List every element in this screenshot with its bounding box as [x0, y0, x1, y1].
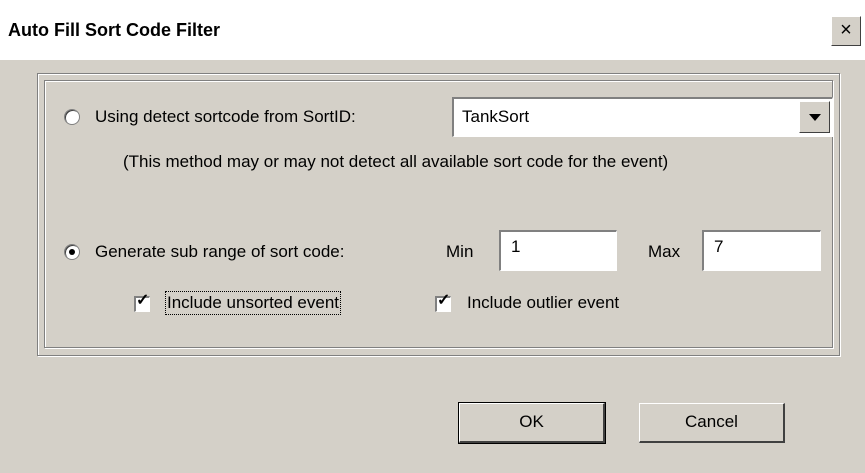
subrange-radio-label[interactable]: Generate sub range of sort code:	[95, 242, 345, 262]
check-icon: ✓	[437, 292, 451, 309]
sortid-radio[interactable]	[64, 109, 80, 125]
min-input-value: 1	[511, 237, 521, 256]
max-label: Max	[648, 242, 681, 261]
check-icon: ✓	[136, 292, 150, 309]
include-outlier-label[interactable]: Include outlier event	[467, 293, 619, 313]
min-label: Min	[446, 242, 474, 261]
ok-button[interactable]: OK	[458, 402, 606, 444]
max-input[interactable]: 7	[702, 230, 821, 271]
min-input[interactable]: 1	[499, 230, 617, 271]
close-button[interactable]: ×	[831, 16, 861, 46]
cancel-button[interactable]: Cancel	[639, 403, 785, 443]
include-outlier-checkbox[interactable]: ✓	[435, 292, 451, 312]
title-bar: Auto Fill Sort Code Filter ×	[0, 0, 865, 60]
sortid-combo-value: TankSort	[462, 107, 530, 126]
chevron-down-icon[interactable]	[799, 101, 830, 133]
sortid-radio-label[interactable]: Using detect sortcode from SortID:	[95, 107, 356, 127]
dialog-window: Auto Fill Sort Code Filter × Using detec…	[0, 0, 865, 473]
window-title: Auto Fill Sort Code Filter	[8, 20, 220, 40]
sortid-combo[interactable]: TankSort	[452, 97, 833, 137]
subrange-radio[interactable]	[64, 244, 80, 260]
include-unsorted-checkbox[interactable]: ✓	[134, 292, 150, 312]
max-input-value: 7	[714, 237, 724, 256]
close-icon: ×	[840, 19, 852, 41]
sortid-note: (This method may or may not detect all a…	[123, 152, 669, 171]
radio-selected-dot	[69, 249, 75, 255]
include-unsorted-label[interactable]: Include unsorted event	[164, 291, 342, 315]
